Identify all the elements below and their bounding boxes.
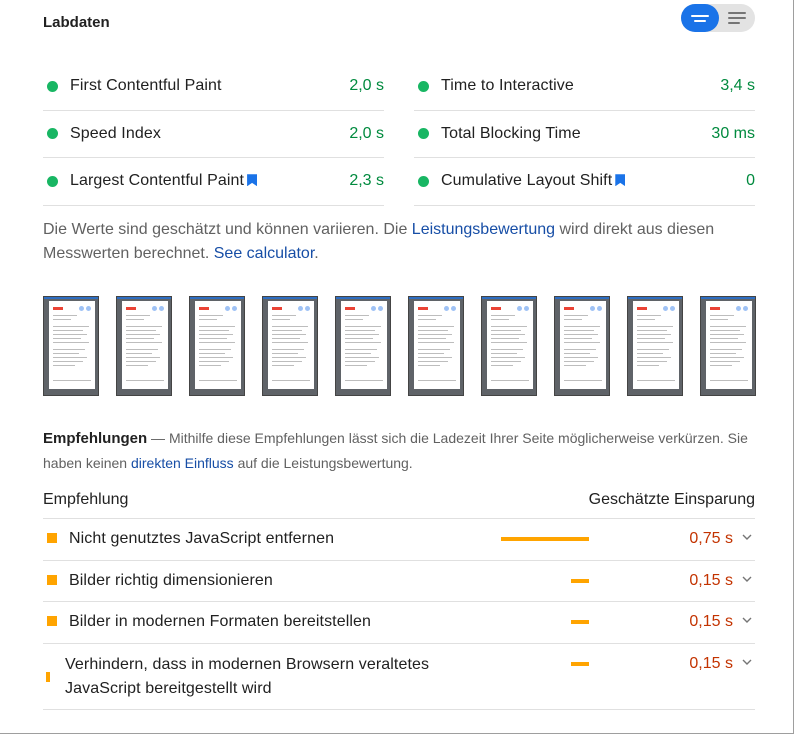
- metric-value: 2,0 s: [349, 124, 384, 142]
- filmstrip: [43, 296, 756, 396]
- chevron-down-icon[interactable]: [741, 656, 753, 668]
- pass-icon: [47, 175, 58, 187]
- filmstrip-frame: [627, 296, 683, 396]
- recommendation-row[interactable]: Bilder richtig dimensionieren 0,15 s: [43, 561, 755, 602]
- savings-value: 0,15 s: [689, 613, 733, 630]
- pass-icon: [418, 80, 429, 92]
- filmstrip-frame: [116, 296, 172, 396]
- savings-bar: [571, 661, 589, 666]
- recommendations-description: auf die Leistungsbewertung.: [233, 455, 413, 471]
- metric-total-blocking-time: Total Blocking Time 30 ms: [414, 111, 755, 158]
- metrics-note: Die Werte sind geschätzt und können vari…: [43, 218, 755, 266]
- savings-value: 0,75 s: [689, 530, 733, 547]
- column-header-recommendation: Empfehlung: [43, 491, 129, 508]
- recommendations-table: Empfehlung Geschätzte Einsparung Nicht g…: [43, 486, 755, 710]
- pass-icon: [47, 128, 58, 140]
- savings-bar: [501, 537, 589, 541]
- report-frame: Labdaten First Contentful Paint 2,0 s Sp…: [0, 0, 794, 734]
- recommendation-label: Bilder in modernen Formaten bereitstelle…: [69, 613, 372, 630]
- note-text: .: [314, 245, 319, 262]
- filmstrip-frame: [408, 296, 464, 396]
- filmstrip-frame: [335, 296, 391, 396]
- note-text: Die Werte sind geschätzt und können vari…: [43, 221, 412, 238]
- text-view-icon: [727, 12, 746, 24]
- performance-score-link[interactable]: Leistungsbewertung: [412, 221, 555, 238]
- average-icon: [47, 533, 57, 543]
- metric-value: 3,4 s: [720, 77, 755, 95]
- average-icon: [46, 671, 50, 682]
- chevron-down-icon[interactable]: [741, 614, 753, 626]
- metric-label: Speed Index: [70, 124, 161, 142]
- bookmark-icon[interactable]: [247, 174, 258, 187]
- savings-bar: [571, 578, 589, 583]
- metric-label: Cumulative Layout Shift: [441, 172, 626, 190]
- direct-influence-link[interactable]: direkten Einfluss: [131, 455, 234, 471]
- savings-bar: [571, 620, 589, 624]
- recommendation-row[interactable]: Verhindern, dass in modernen Browsern ve…: [43, 644, 755, 710]
- column-header-savings: Geschätzte Einsparung: [588, 491, 755, 508]
- metric-value: 0: [746, 172, 755, 190]
- table-header: Empfehlung Geschätzte Einsparung: [43, 486, 755, 519]
- recommendation-row[interactable]: Nicht genutztes JavaScript entfernen 0,7…: [43, 519, 755, 561]
- filmstrip-frame: [262, 296, 318, 396]
- metric-value: 2,0 s: [349, 77, 384, 95]
- recommendation-label: Nicht genutztes JavaScript entfernen: [69, 530, 335, 547]
- recommendation-row[interactable]: Bilder in modernen Formaten bereitstelle…: [43, 602, 755, 644]
- filmstrip-frame: [189, 296, 245, 396]
- metric-label: Time to Interactive: [441, 77, 574, 95]
- chevron-down-icon[interactable]: [741, 573, 753, 585]
- metric-first-contentful-paint: First Contentful Paint 2,0 s: [43, 63, 384, 111]
- pass-icon: [418, 175, 429, 187]
- list-view-button[interactable]: [681, 4, 719, 32]
- filmstrip-frame: [554, 296, 610, 396]
- recommendation-label: Bilder richtig dimensionieren: [69, 571, 273, 589]
- section-title: Labdaten: [43, 14, 110, 31]
- metric-speed-index: Speed Index 2,0 s: [43, 111, 384, 158]
- recommendations-title: Empfehlungen: [43, 430, 148, 447]
- filmstrip-frame: [481, 296, 537, 396]
- metric-label: Largest Contentful Paint: [70, 172, 258, 190]
- pass-icon: [418, 128, 429, 140]
- pass-icon: [47, 80, 58, 92]
- average-icon: [47, 616, 57, 626]
- savings-value: 0,15 s: [689, 571, 733, 589]
- metrics-column-left: First Contentful Paint 2,0 s Speed Index…: [43, 63, 384, 206]
- metrics-column-right: Time to Interactive 3,4 s Total Blocking…: [414, 63, 755, 206]
- filmstrip-frame: [43, 296, 99, 396]
- metric-largest-contentful-paint: Largest Contentful Paint 2,3 s: [43, 158, 384, 206]
- text-view-button[interactable]: [719, 4, 756, 32]
- metric-value: 30 ms: [711, 124, 755, 142]
- view-toggle[interactable]: [681, 4, 755, 32]
- list-view-icon: [690, 14, 709, 22]
- metric-time-to-interactive: Time to Interactive 3,4 s: [414, 63, 755, 111]
- average-icon: [47, 574, 57, 585]
- metric-cumulative-layout-shift: Cumulative Layout Shift 0: [414, 158, 755, 206]
- calculator-link[interactable]: See calculator: [214, 245, 315, 262]
- metric-value: 2,3 s: [349, 172, 384, 190]
- chevron-down-icon[interactable]: [741, 531, 753, 543]
- filmstrip-frame: [700, 296, 756, 396]
- savings-value: 0,15 s: [689, 654, 733, 672]
- recommendation-label: Verhindern, dass in modernen Browsern ve…: [65, 655, 430, 697]
- metric-label: First Contentful Paint: [70, 77, 222, 95]
- bookmark-icon[interactable]: [615, 174, 626, 187]
- recommendations-header: Empfehlungen — Mithilfe diese Empfehlung…: [43, 426, 763, 476]
- metric-label: Total Blocking Time: [441, 124, 581, 142]
